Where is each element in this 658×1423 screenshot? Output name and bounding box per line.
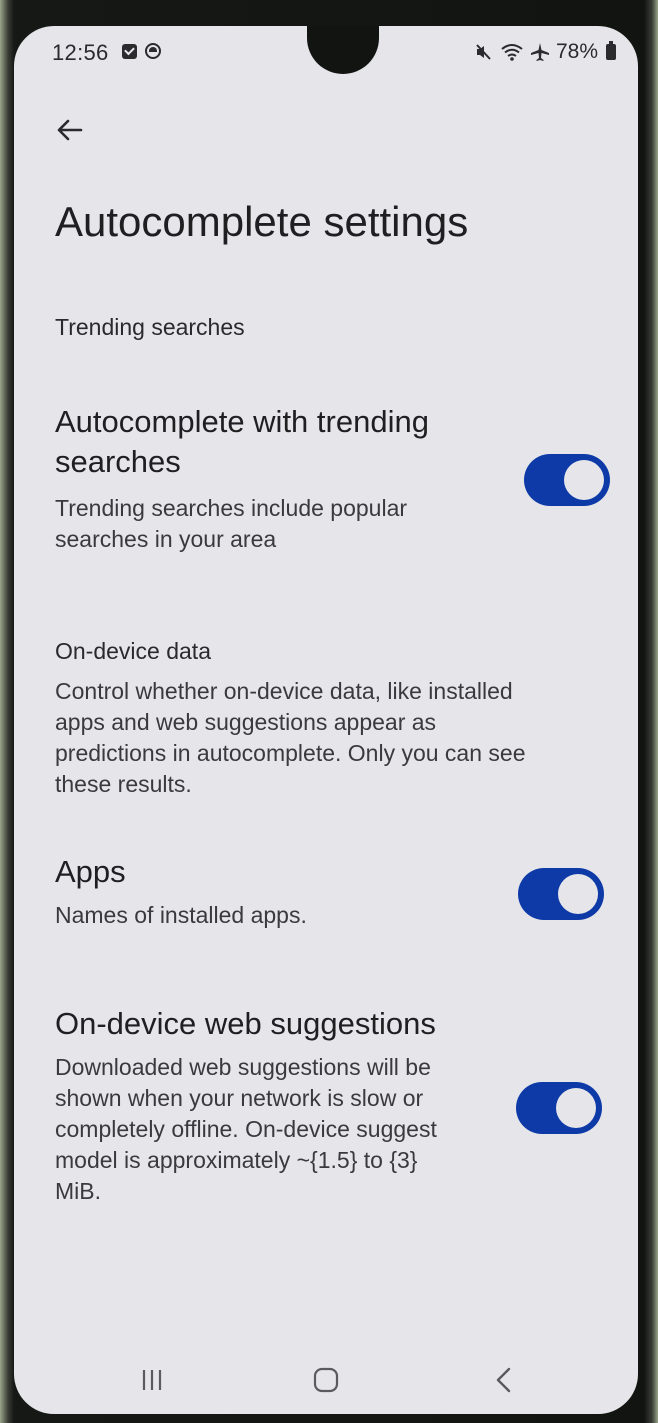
status-icons-right: 78%	[474, 40, 616, 64]
web-suggestions-desc-line4: model is approximately ~{1.5} to {3}	[55, 1147, 418, 1173]
apps-toggle[interactable]	[518, 868, 604, 920]
mute-icon	[476, 44, 491, 60]
trending-toggle[interactable]	[524, 454, 610, 506]
status-time: 12:56	[52, 40, 109, 65]
setting-desc-trending-line2: searches in your area	[55, 526, 277, 552]
setting-title-trending-line2: searches	[55, 444, 181, 479]
airplane-icon	[530, 43, 549, 61]
recents-button[interactable]	[122, 1360, 182, 1400]
battery-percentage: 78%	[555, 40, 598, 63]
web-suggestions-toggle[interactable]	[516, 1082, 602, 1134]
phone-screen: 12:56 78% Autocomplete settings Trending…	[14, 26, 638, 1414]
home-button[interactable]	[296, 1360, 356, 1400]
home-icon	[313, 1367, 339, 1393]
status-icons-left	[122, 43, 161, 59]
on-device-desc-line1: Control whether on-device data, like ins…	[55, 678, 513, 704]
toggle-knob	[558, 874, 598, 914]
setting-title-apps: Apps	[55, 854, 126, 889]
web-suggestions-desc-line2: shown when your network is slow or	[55, 1085, 424, 1111]
setting-title-trending-line1: Autocomplete with trending	[55, 404, 429, 439]
on-device-desc: Control whether on-device data, like ins…	[55, 676, 595, 800]
battery-icon	[606, 41, 616, 60]
nav-back-button[interactable]	[474, 1360, 534, 1400]
web-suggestions-desc-line5: MiB.	[55, 1178, 101, 1204]
on-device-desc-line3: predictions in autocomplete. Only you ca…	[55, 740, 526, 766]
web-suggestions-desc-line3: completely offline. On-device suggest	[55, 1116, 437, 1142]
on-device-desc-line2: apps and web suggestions appear as	[55, 709, 437, 735]
back-chevron-icon	[496, 1367, 511, 1393]
web-suggestions-desc: Downloaded web suggestions will be shown…	[55, 1052, 595, 1207]
back-button[interactable]	[50, 110, 90, 150]
wifi-icon	[501, 44, 523, 61]
navigation-bar	[14, 1344, 638, 1414]
check-square-icon	[122, 43, 137, 59]
setting-desc-trending-line1: Trending searches include popular	[55, 495, 408, 521]
toggle-knob	[556, 1088, 596, 1128]
recents-icon	[142, 1370, 162, 1390]
clock-circle-icon	[145, 43, 161, 59]
section-header-on-device: On-device data	[55, 638, 211, 664]
page-title: Autocomplete settings	[55, 198, 469, 245]
setting-title-web-suggestions: On-device web suggestions	[55, 1006, 436, 1041]
status-bar: 12:56 78%	[14, 26, 638, 86]
toggle-knob	[564, 460, 604, 500]
arrow-left-icon	[57, 119, 83, 141]
on-device-desc-line4: these results.	[55, 771, 192, 797]
web-suggestions-desc-line1: Downloaded web suggestions will be	[55, 1054, 431, 1080]
section-header-trending: Trending searches	[55, 314, 245, 340]
setting-desc-apps: Names of installed apps.	[55, 902, 307, 928]
